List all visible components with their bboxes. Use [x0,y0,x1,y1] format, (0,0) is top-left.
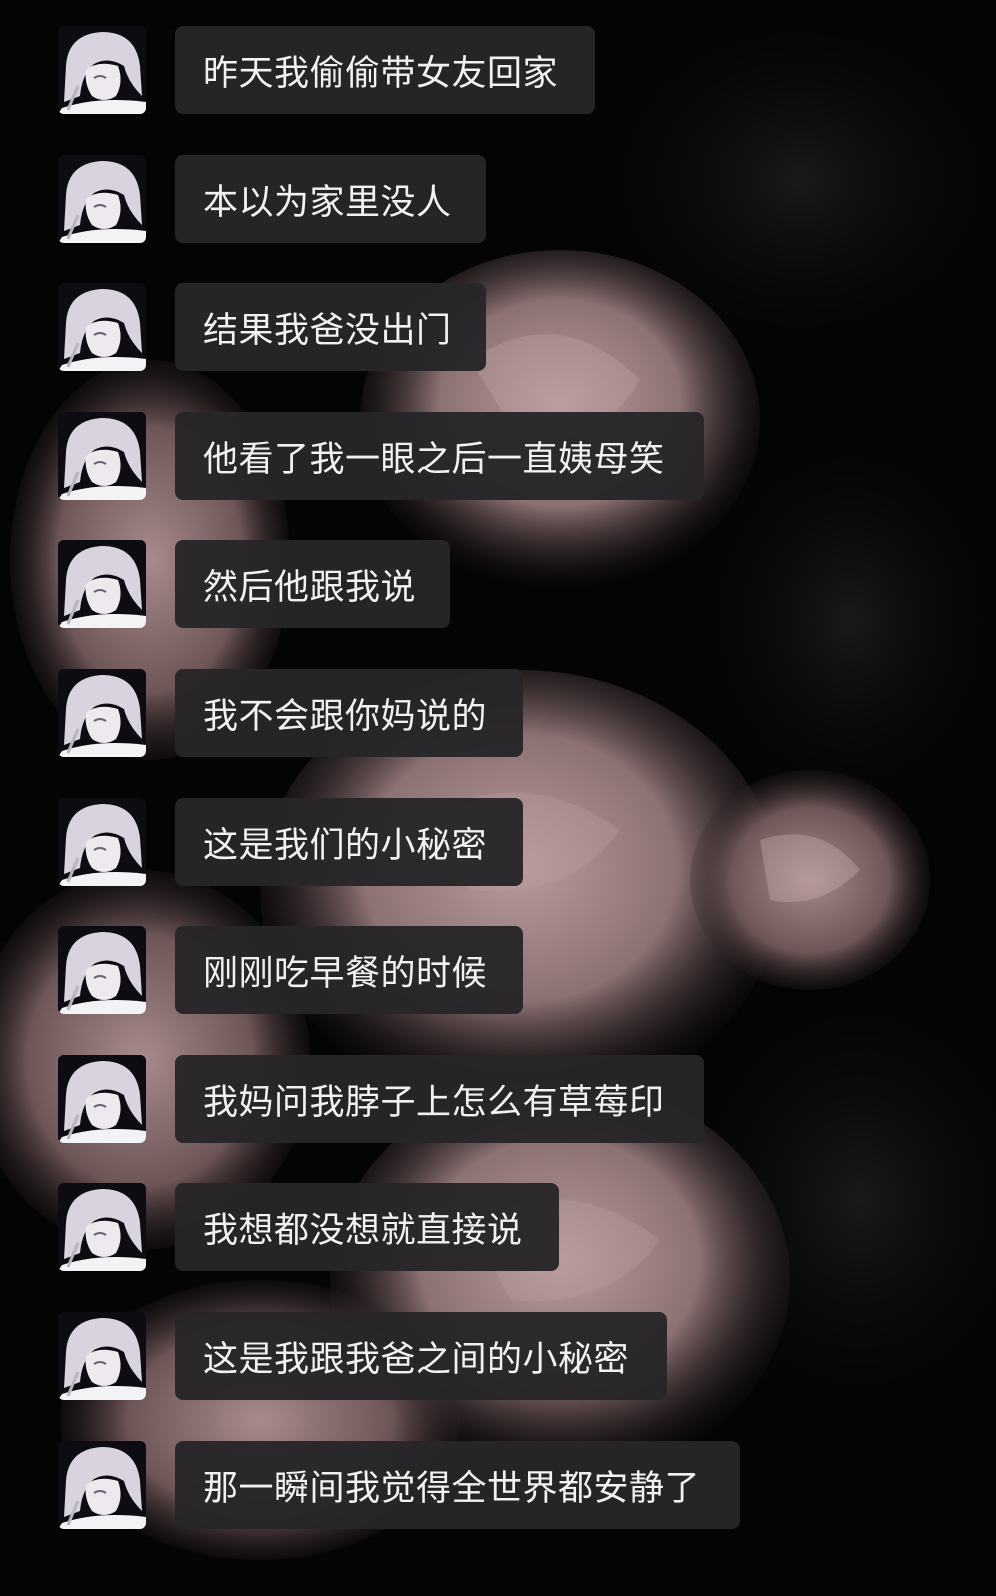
avatar-icon[interactable] [58,926,146,1014]
avatar-icon[interactable] [58,669,146,757]
message-bubble[interactable]: 然后他跟我说 [175,540,450,628]
message-bubble[interactable]: 结果我爸没出门 [175,283,486,371]
message-bubble[interactable]: 昨天我偷偷带女友回家 [175,26,595,114]
message-bubble[interactable]: 本以为家里没人 [175,155,486,243]
message-bubble[interactable]: 我妈问我脖子上怎么有草莓印 [175,1055,704,1143]
avatar-icon[interactable] [58,283,146,371]
message-bubble[interactable]: 这是我们的小秘密 [175,798,523,886]
chat-screen: 昨天我偷偷带女友回家 本以为家里没人 结果我爸没出门 他看了我一眼之后一直姨母笑… [0,0,996,1596]
message-bubble[interactable]: 刚刚吃早餐的时候 [175,926,523,1014]
message-bubble[interactable]: 我不会跟你妈说的 [175,669,523,757]
avatar-icon[interactable] [58,1312,146,1400]
message-bubble[interactable]: 他看了我一眼之后一直姨母笑 [175,412,704,500]
avatar-icon[interactable] [58,412,146,500]
avatar-icon[interactable] [58,540,146,628]
message-bubble[interactable]: 我想都没想就直接说 [175,1183,559,1271]
message-bubble[interactable]: 那一瞬间我觉得全世界都安静了 [175,1441,740,1529]
avatar-icon[interactable] [58,155,146,243]
message-bubble[interactable]: 这是我跟我爸之间的小秘密 [175,1312,667,1400]
avatar-icon[interactable] [58,1055,146,1143]
avatar-icon[interactable] [58,798,146,886]
message-list[interactable]: 昨天我偷偷带女友回家 本以为家里没人 结果我爸没出门 他看了我一眼之后一直姨母笑… [0,0,996,1596]
avatar-icon[interactable] [58,1441,146,1529]
avatar-icon[interactable] [58,26,146,114]
avatar-icon[interactable] [58,1183,146,1271]
